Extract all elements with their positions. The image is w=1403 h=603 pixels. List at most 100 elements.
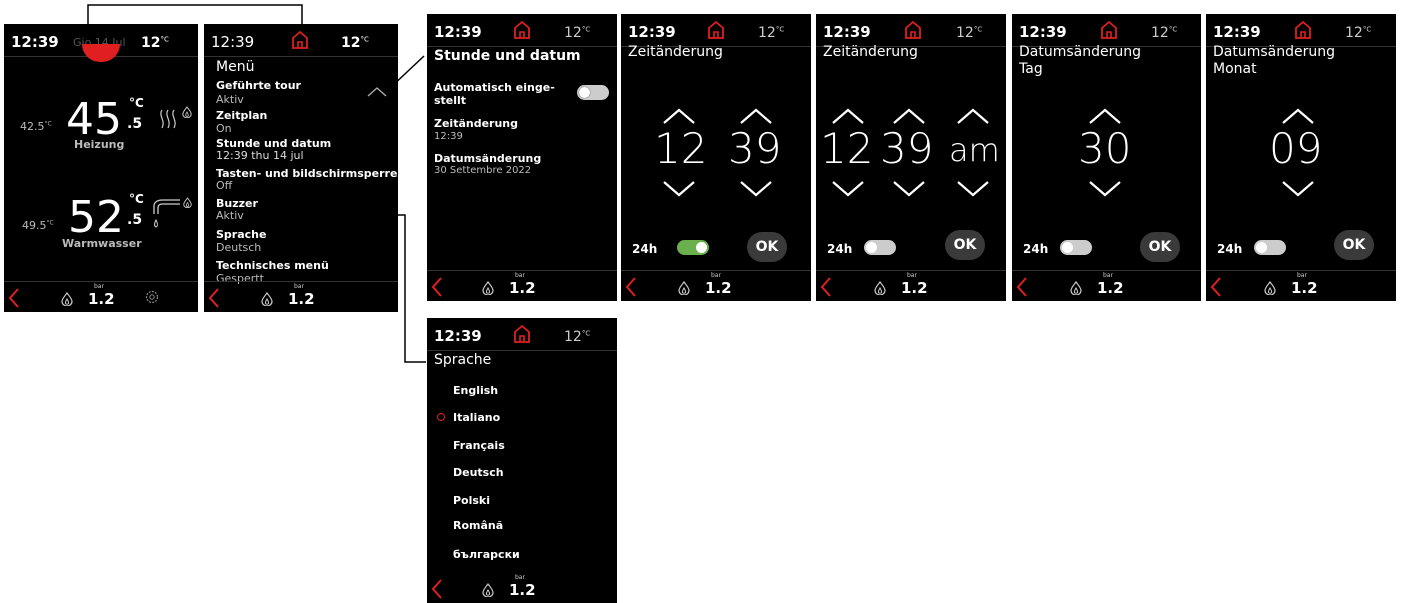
format-24h-toggle[interactable] (677, 240, 709, 255)
scroll-up-icon[interactable] (366, 86, 388, 98)
pressure-value: 1.2 (901, 279, 928, 297)
pressure-unit: bar (515, 574, 525, 581)
clock: 12:39 (434, 327, 482, 345)
clock: 12:39 (434, 23, 482, 41)
menu-item-title: Geführte tour (216, 79, 301, 92)
home-icon[interactable] (707, 20, 725, 39)
home-icon[interactable] (513, 324, 531, 343)
ampm-up-chevron-icon[interactable] (955, 106, 991, 126)
back-arrow-icon[interactable] (431, 277, 443, 297)
clock: 12:39 (11, 33, 59, 51)
status-bar: 12:39 12°C (621, 14, 811, 47)
format-24h-toggle[interactable] (864, 240, 896, 255)
screen-subtitle: Tag (1019, 61, 1043, 77)
pressure-unit: bar (94, 283, 104, 290)
hour-down-chevron-icon[interactable] (830, 179, 866, 199)
hour-value[interactable]: 12 (654, 124, 707, 173)
menu-item-value: Aktiv (216, 93, 244, 106)
menu-item-value: Aktiv (216, 209, 244, 222)
format-24h-label: 24h (1023, 242, 1049, 256)
format-24h-toggle[interactable] (1254, 240, 1286, 255)
tap-water-icon (153, 197, 192, 228)
toggle-knob (696, 242, 707, 253)
screen-title: Zeitänderung (823, 44, 918, 60)
status-bar: 12:39 12°C (204, 24, 398, 57)
home-icon[interactable] (1294, 20, 1312, 39)
outdoor-temp: 12°C (341, 35, 369, 51)
menu-item-value: Off (216, 179, 233, 192)
back-arrow-icon[interactable] (1210, 277, 1222, 297)
day-up-chevron-icon[interactable] (1087, 106, 1123, 126)
pressure-value: 1.2 (288, 290, 315, 308)
language-label: Polski (453, 494, 491, 507)
bottom-bar: bar 1.2 (427, 573, 617, 603)
ampm-down-chevron-icon[interactable] (955, 179, 991, 199)
flame-icon (874, 281, 886, 295)
ampm-value[interactable]: am (949, 131, 1000, 169)
menu-item-value: On (216, 122, 232, 135)
minute-value[interactable]: 39 (880, 124, 933, 173)
settings-gear-icon[interactable] (145, 290, 159, 304)
month-up-chevron-icon[interactable] (1280, 106, 1316, 126)
back-arrow-icon[interactable] (820, 277, 832, 297)
time-change-value: 12:39 (434, 131, 463, 142)
time-date-screen: 12:39 12°C Stunde und datum Automatisch … (427, 14, 617, 301)
back-arrow-icon[interactable] (8, 288, 20, 308)
outdoor-temp: 12°C (758, 25, 785, 41)
month-down-chevron-icon[interactable] (1280, 179, 1316, 199)
back-arrow-icon[interactable] (208, 288, 220, 308)
minute-up-chevron-icon[interactable] (891, 106, 927, 126)
format-24h-toggle[interactable] (1060, 240, 1092, 255)
ok-button[interactable]: OK (945, 230, 985, 260)
home-icon[interactable] (513, 20, 531, 39)
selected-radio-icon (437, 413, 445, 421)
time-change-label: Zeitänderung (434, 117, 519, 130)
hour-value[interactable]: 12 (820, 124, 873, 173)
heating-label: Heizung (74, 138, 125, 151)
bottom-bar: bar 1.2 (204, 281, 398, 312)
language-label: Italiano (453, 411, 501, 424)
back-arrow-icon[interactable] (1016, 277, 1028, 297)
day-down-chevron-icon[interactable] (1087, 179, 1123, 199)
language-screen: 12:39 12°C Sprache English Italiano Fran… (427, 318, 617, 603)
outdoor-temp: 12°C (956, 25, 983, 41)
ok-button[interactable]: OK (747, 232, 787, 262)
auto-setting-label-line2: stellt (434, 94, 467, 107)
ok-button[interactable]: OK (1140, 232, 1180, 262)
pressure-value: 1.2 (509, 279, 536, 297)
bottom-bar: bar 1.2 (427, 270, 617, 301)
back-arrow-icon[interactable] (431, 579, 443, 599)
auto-setting-toggle[interactable] (577, 85, 609, 100)
clock: 12:39 (1019, 23, 1067, 41)
hour-up-chevron-icon[interactable] (830, 106, 866, 126)
minute-down-chevron-icon[interactable] (891, 179, 927, 199)
hour-up-chevron-icon[interactable] (661, 106, 697, 126)
status-bar: 12:39 12°C (427, 318, 617, 351)
outdoor-temp: 12°C (141, 35, 169, 51)
home-icon[interactable] (291, 30, 309, 49)
month-value[interactable]: 09 (1269, 124, 1322, 173)
minute-up-chevron-icon[interactable] (738, 106, 774, 126)
dhw-decimal: .5 (127, 212, 143, 228)
menu-screen: 12:39 12°C Menü Geführte tour Aktiv Zeit… (204, 24, 398, 312)
pressure-unit: bar (515, 272, 525, 279)
ok-button[interactable]: OK (1334, 230, 1374, 260)
back-arrow-icon[interactable] (625, 277, 637, 297)
hour-down-chevron-icon[interactable] (661, 179, 697, 199)
day-value[interactable]: 30 (1078, 124, 1131, 173)
clock: 12:39 (211, 33, 255, 51)
clock: 12:39 (823, 23, 871, 41)
pressure-value: 1.2 (1097, 279, 1124, 297)
home-icon[interactable] (904, 20, 922, 39)
dhw-temperature[interactable]: 52 (68, 192, 124, 243)
time-change-24h-screen: 12:39 12°C Zeitänderung 12 39 24h OK bar… (621, 14, 811, 301)
screen-title: Stunde und datum (434, 48, 581, 64)
minute-down-chevron-icon[interactable] (738, 179, 774, 199)
status-bar: 12:39 12°C (1206, 14, 1396, 47)
minute-value[interactable]: 39 (728, 124, 781, 173)
language-label: Română (453, 519, 504, 532)
format-24h-label: 24h (632, 242, 658, 256)
date-change-day-screen: 12:39 12°C Datumsänderung Tag 30 24h OK … (1012, 14, 1201, 301)
home-icon[interactable] (1100, 20, 1118, 39)
bottom-bar: bar 1.2 (621, 270, 811, 301)
